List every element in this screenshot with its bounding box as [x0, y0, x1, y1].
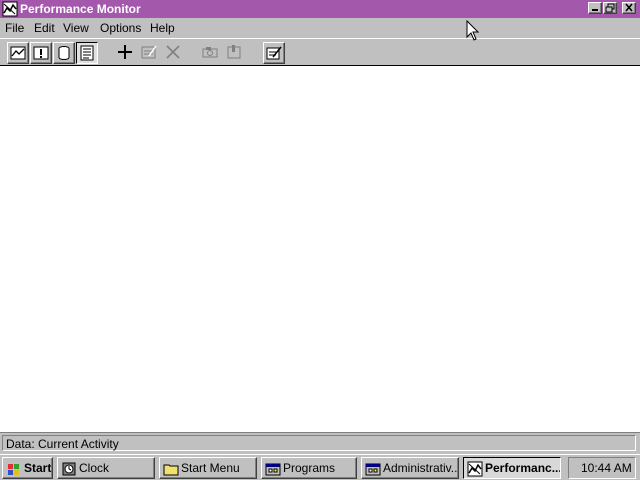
folder-icon [163, 464, 179, 476]
taskbar-label: Performanc... [485, 461, 561, 475]
minimize-icon [592, 9, 598, 11]
menu-view[interactable]: View [63, 21, 89, 35]
system-tray: 10:44 AM [568, 457, 636, 479]
menu-bar: File Edit View Options Help [0, 18, 640, 38]
report-area[interactable] [0, 66, 640, 432]
options-button[interactable] [263, 42, 285, 64]
update-now-icon [202, 47, 218, 58]
report-view-button[interactable] [76, 42, 98, 64]
clock-icon [62, 462, 76, 476]
start-label: Start [24, 461, 52, 475]
status-bar: Data: Current Activity [0, 432, 640, 454]
menu-file[interactable]: File [5, 21, 24, 35]
restore-button[interactable] [603, 2, 617, 14]
options-icon [266, 46, 282, 60]
window-title: Performance Monitor [20, 2, 141, 16]
edit-counter-icon [141, 45, 157, 59]
mouse-cursor-icon [466, 20, 480, 41]
menu-edit[interactable]: Edit [34, 21, 55, 35]
menu-help[interactable]: Help [150, 21, 175, 35]
windows-logo-icon [8, 464, 19, 475]
taskbar-label: Administrativ... [383, 461, 459, 475]
status-text: Data: Current Activity [6, 437, 119, 451]
taskbar-button-clock[interactable]: Clock [57, 457, 155, 479]
performance-monitor-icon [467, 461, 483, 477]
performance-monitor-icon[interactable] [2, 1, 18, 17]
bookmark-button[interactable] [224, 42, 246, 64]
report-view-icon [80, 45, 94, 61]
delete-counter-button[interactable] [163, 42, 185, 64]
delete-counter-icon [166, 45, 180, 59]
close-button[interactable] [622, 2, 636, 14]
chart-view-icon [10, 46, 26, 60]
program-group-icon [365, 463, 381, 476]
taskbar-label: Programs [283, 461, 336, 475]
taskbar-label: Clock [79, 461, 110, 475]
tray-clock[interactable]: 10:44 AM [581, 461, 632, 475]
taskbar-button-start-menu[interactable]: Start Menu [159, 457, 257, 479]
toolbar [0, 38, 640, 66]
alert-view-button[interactable] [30, 42, 52, 64]
program-group-icon [265, 463, 281, 476]
alert-view-icon [33, 46, 49, 60]
update-now-button[interactable] [200, 42, 222, 64]
taskbar-button-administrative-tools[interactable]: Administrativ... [361, 457, 459, 479]
taskbar-button-programs[interactable]: Programs [261, 457, 357, 479]
taskbar: Start Clock Start Menu Programs Administ… [0, 454, 640, 480]
status-panel: Data: Current Activity [2, 435, 636, 451]
log-view-icon [58, 46, 70, 60]
taskbar-label: Start Menu [181, 461, 240, 475]
chart-view-button[interactable] [7, 42, 29, 64]
start-button[interactable]: Start [2, 457, 53, 479]
restore-icon [605, 3, 615, 13]
add-counter-icon [118, 45, 132, 59]
close-icon [625, 3, 633, 12]
bookmark-icon [227, 45, 241, 59]
title-bar[interactable]: Performance Monitor [0, 0, 640, 18]
taskbar-button-performance-monitor[interactable]: Performanc... [463, 457, 561, 479]
minimize-button[interactable] [588, 2, 602, 14]
add-counter-button[interactable] [115, 42, 137, 64]
menu-options[interactable]: Options [100, 21, 141, 35]
log-view-button[interactable] [53, 42, 75, 64]
edit-counter-button[interactable] [139, 42, 161, 64]
